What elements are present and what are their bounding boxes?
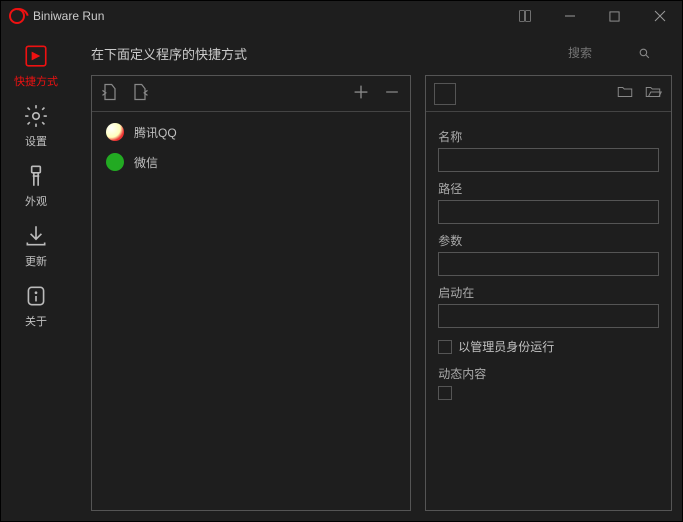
- sidebar-item-label: 关于: [25, 313, 47, 329]
- sidebar-item-appearance[interactable]: 外观: [23, 163, 49, 209]
- add-icon[interactable]: [350, 81, 372, 106]
- dynamic-checkbox[interactable]: [438, 386, 452, 400]
- name-label: 名称: [438, 128, 659, 145]
- minimize-button[interactable]: [547, 1, 592, 31]
- path-label: 路径: [438, 180, 659, 197]
- search-input[interactable]: [568, 46, 638, 60]
- list-item-label: 腾讯QQ: [134, 124, 177, 141]
- app-logo-icon: [9, 8, 25, 24]
- admin-checkbox[interactable]: [438, 340, 452, 354]
- sidebar: 快捷方式 设置 外观 更新 关于: [1, 31, 71, 521]
- instruction-text: 在下面定义程序的快捷方式: [91, 44, 247, 63]
- titlebar: Biniware Run: [1, 1, 682, 31]
- startin-input[interactable]: [438, 304, 659, 328]
- folder-open-icon[interactable]: [615, 83, 635, 104]
- dynamic-label: 动态内容: [438, 365, 659, 382]
- args-input[interactable]: [438, 252, 659, 276]
- list-item[interactable]: 微信: [98, 150, 404, 174]
- sidebar-item-update[interactable]: 更新: [23, 223, 49, 269]
- folder-browse-icon[interactable]: [643, 83, 663, 104]
- sidebar-item-label: 快捷方式: [14, 73, 58, 89]
- startin-label: 启动在: [438, 284, 659, 301]
- args-label: 参数: [438, 232, 659, 249]
- sidebar-item-settings[interactable]: 设置: [23, 103, 49, 149]
- maximize-button[interactable]: [592, 1, 637, 31]
- sidebar-item-label: 外观: [25, 193, 47, 209]
- qq-icon: [106, 123, 124, 141]
- wechat-icon: [106, 153, 124, 171]
- details-toolbar: [426, 76, 671, 112]
- shortcuts-toolbar: [92, 76, 410, 112]
- sidebar-item-label: 设置: [25, 133, 47, 149]
- sidebar-item-label: 更新: [25, 253, 47, 269]
- admin-label: 以管理员身份运行: [458, 338, 554, 355]
- remove-icon[interactable]: [382, 82, 402, 105]
- shortcuts-pane: 腾讯QQ 微信: [91, 75, 411, 511]
- import-icon[interactable]: [100, 82, 120, 105]
- list-item[interactable]: 腾讯QQ: [98, 120, 404, 144]
- name-input[interactable]: [438, 148, 659, 172]
- list-item-label: 微信: [134, 154, 158, 171]
- shortcuts-list: 腾讯QQ 微信: [92, 112, 410, 182]
- search-box[interactable]: [562, 42, 672, 64]
- export-icon[interactable]: [130, 82, 150, 105]
- details-pane: 名称 路径 参数 启动在 以管理员身份运行 动态内容: [425, 75, 672, 511]
- app-icon-slot[interactable]: [434, 83, 456, 105]
- book-icon[interactable]: [502, 1, 547, 31]
- sidebar-item-shortcuts[interactable]: 快捷方式: [14, 43, 58, 89]
- sidebar-item-about[interactable]: 关于: [23, 283, 49, 329]
- path-input[interactable]: [438, 200, 659, 224]
- window-title: Biniware Run: [33, 9, 104, 23]
- close-button[interactable]: [637, 1, 682, 31]
